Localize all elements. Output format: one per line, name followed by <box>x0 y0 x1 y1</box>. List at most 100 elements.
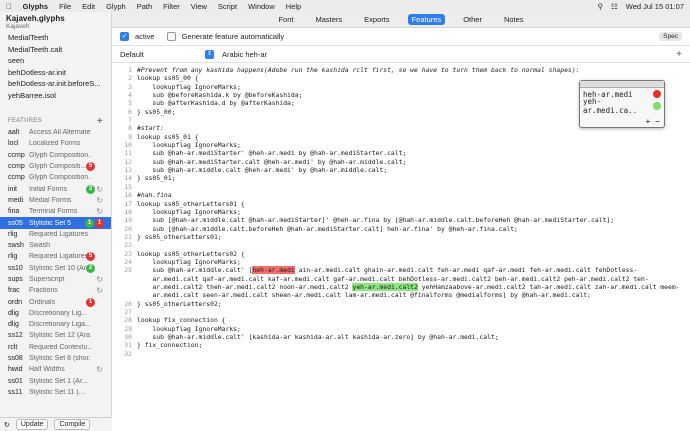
tab-features[interactable]: Features <box>407 14 446 25</box>
feature-item-ss01[interactable]: ss01 Stylistic Set 1 (Ar... <box>0 376 111 387</box>
feature-tag: hwid <box>8 366 23 374</box>
feature-item-ss10[interactable]: ss10 Stylistic Set 10 (Ar... 2 <box>0 263 111 274</box>
refresh-icon[interactable]: ↻ <box>96 365 103 374</box>
code-line: 1 #Prevent from any kashida happens(Adobe… <box>112 66 690 74</box>
feature-item-sups[interactable]: sups Superscript ↻ <box>0 274 111 285</box>
code-line: 19 sub [@hah-ar.middle.calt @hah-ar.medi… <box>112 216 690 224</box>
feature-name: Glyph Composition... <box>29 151 91 159</box>
feature-item-init[interactable]: init Initial Forms 3 ↻ <box>0 183 111 194</box>
active-checkbox[interactable]: ✓ <box>120 32 129 41</box>
code-line: ar.medi.calt qaf-ar.medi.calt kaf-ar.med… <box>112 275 690 283</box>
code-text: } ss05_otherLetters02; <box>137 299 222 308</box>
feature-item-ccmp[interactable]: ccmp Glyph Compositi... 5 <box>0 161 111 172</box>
refresh-icon[interactable]: ↻ <box>96 207 103 216</box>
feature-item-ccmp[interactable]: ccmp Glyph Composition... <box>0 172 111 183</box>
code-text: sub @hah-ar.mediStarter.calt @heh-ar.med… <box>137 157 407 166</box>
feature-item-aalt[interactable]: aalt Access All Alternates <box>0 127 111 138</box>
feature-name: Required Ligatures <box>29 253 89 261</box>
count-badge: 5 <box>86 252 95 262</box>
feature-tag: ss11 <box>8 388 23 396</box>
feature-item-medi[interactable]: medi Medial Forms ↻ <box>0 195 111 206</box>
menu-view[interactable]: View <box>191 2 207 11</box>
feature-item-ss05[interactable]: ss05 Stylistic Set 5 11 <box>0 217 111 229</box>
list-item[interactable]: behDotless-ar.init.beforeS... <box>0 78 111 90</box>
error-badge: 1 <box>95 218 104 228</box>
feature-name: Superscript <box>29 276 65 283</box>
compile-button[interactable]: Compile <box>54 419 91 430</box>
refresh-icon[interactable]: ↻ <box>96 286 103 295</box>
reload-icon[interactable]: ↻ <box>4 421 10 429</box>
list-item[interactable]: MedialTeeth.calt <box>0 44 111 56</box>
menu-script[interactable]: Script <box>218 2 237 11</box>
feature-item-ordn[interactable]: ordn Ordinals 1 <box>0 296 111 307</box>
add-feature-icon[interactable]: + <box>97 116 103 127</box>
menu-filter[interactable]: Filter <box>163 2 180 11</box>
menu-path[interactable]: Path <box>137 2 152 11</box>
line-number: 23 <box>124 249 132 258</box>
language-dropdown[interactable]: Arabic heh-ar <box>222 50 267 59</box>
feature-item-fina[interactable]: fina Terminal Forms ↻ <box>0 206 111 217</box>
code-text: ar.medi.calt qaf-ar.medi.calt kaf-ar.med… <box>137 274 649 283</box>
apple-icon[interactable]:  <box>6 2 12 11</box>
document-header: Kajaveh.glyphs Kajaveh <box>0 12 111 32</box>
feature-item-dlig[interactable]: dlig Discretionary Liga... <box>0 319 111 330</box>
update-button[interactable]: Update <box>15 419 49 430</box>
code-text: } ss05_01; <box>137 174 176 183</box>
menu-app-name[interactable]: Glyphs <box>23 2 48 11</box>
tab-notes[interactable]: Notes <box>500 14 528 25</box>
menu-edit[interactable]: Edit <box>82 2 95 11</box>
feature-item-frac[interactable]: frac Fractions ↻ <box>0 285 111 296</box>
feature-item-ss12[interactable]: ss12 Stylistic Set 12 (Ara... <box>0 330 111 341</box>
list-item[interactable]: yehBarree.isol <box>0 90 111 102</box>
line-number: 16 <box>124 191 132 200</box>
features-section-header: FEATURES + <box>0 115 111 127</box>
palette-controls[interactable]: + − <box>646 117 660 126</box>
code-text: ar.medi.calt2 theh-ar.medi.calt2 noon-ar… <box>137 282 680 291</box>
tab-other[interactable]: Other <box>459 14 486 25</box>
feature-tag: ss10 <box>8 264 23 272</box>
feature-item-ss11[interactable]: ss11 Stylistic Set 11 (... <box>0 387 111 398</box>
generate-auto-checkbox[interactable] <box>166 32 176 41</box>
control-center-icon[interactable]: ☷ <box>611 2 618 11</box>
count-badge: 3 <box>86 184 95 194</box>
refresh-icon[interactable]: ↻ <box>96 196 103 205</box>
feature-item-rclt[interactable]: rclt Required Contextu... <box>0 342 111 353</box>
refresh-icon[interactable]: ↻ <box>96 185 103 194</box>
feature-item-ss08[interactable]: ss08 Stylistic Set 8 (shor... <box>0 353 111 364</box>
green-dot-icon <box>653 102 661 110</box>
feature-item-dlig[interactable]: dlig Discretionary Lig... <box>0 308 111 319</box>
tab-font[interactable]: Font <box>274 14 297 25</box>
menu-file[interactable]: File <box>59 2 71 11</box>
list-item[interactable]: seen <box>0 55 111 67</box>
feature-name: Localized Forms <box>29 140 81 148</box>
menu-help[interactable]: Help <box>286 2 301 11</box>
menu-glyph[interactable]: Glyph <box>106 2 126 11</box>
feature-item-swsh[interactable]: swsh Swash <box>0 240 111 251</box>
menu-clock[interactable]: Wed Jul 15 01:07 <box>626 2 684 11</box>
list-item[interactable]: MedialTeeth <box>0 32 111 44</box>
menu-window[interactable]: Window <box>248 2 275 11</box>
feature-item-locl[interactable]: locl Localized Forms <box>0 138 111 149</box>
search-icon[interactable]: ⚲ <box>598 2 604 11</box>
code-text: } fix_connection; <box>137 341 203 350</box>
feature-item-hwid[interactable]: hwid Half Widths ↻ <box>0 364 111 375</box>
palette-titlebar[interactable] <box>580 81 664 88</box>
script-dropdown[interactable]: Default ⇕ <box>120 49 214 59</box>
code-line: 32 <box>112 350 690 358</box>
list-item[interactable]: behDotless-ar.init <box>0 67 111 79</box>
feature-name: Required Ligatures <box>29 230 89 238</box>
feature-name: Discretionary Lig... <box>29 309 87 317</box>
count-badge: 5 <box>86 162 95 172</box>
palette-item[interactable]: yeh-ar.medi.ca.. <box>580 97 664 115</box>
feature-item-ccmp[interactable]: ccmp Glyph Composition... <box>0 150 111 161</box>
refresh-icon[interactable]: ↻ <box>96 275 103 284</box>
code-line: ar.medi.calt seen-ar.medi.calt sheen-ar.… <box>112 291 690 299</box>
tab-exports[interactable]: Exports <box>360 14 393 25</box>
glyph-highlight-palette[interactable]: heh-ar.medi yeh-ar.medi.ca.. + − <box>579 80 665 128</box>
feature-name: Discretionary Liga... <box>29 321 91 329</box>
feature-item-rlig[interactable]: rlig Required Ligatures 5 <box>0 251 111 262</box>
feature-item-rlig[interactable]: rlig Required Ligatures <box>0 229 111 240</box>
add-language-icon[interactable]: + <box>676 49 682 60</box>
tab-masters[interactable]: Masters <box>311 14 346 25</box>
spec-button[interactable]: Spec <box>659 32 682 41</box>
